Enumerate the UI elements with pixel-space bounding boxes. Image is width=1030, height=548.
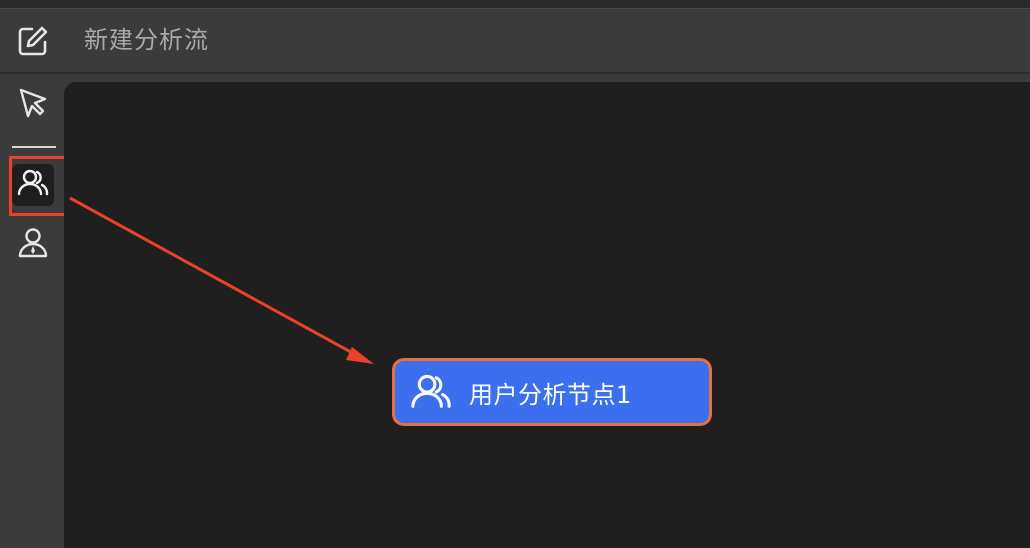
left-toolbar <box>0 74 64 548</box>
user-group-icon <box>409 370 453 414</box>
cursor-arrow-icon <box>16 86 50 124</box>
user-analysis-node[interactable]: 用户分析节点1 <box>392 358 712 426</box>
user-tool-button[interactable] <box>12 224 54 266</box>
pointer-tool-button[interactable] <box>12 84 54 126</box>
app-window: 新建分析流 用户分析节点1 <box>0 0 1030 548</box>
node-label: 用户分析节点1 <box>469 380 632 409</box>
edit-icon[interactable] <box>16 24 50 58</box>
user-group-icon <box>16 166 50 204</box>
user-icon <box>16 226 50 264</box>
toolbar-divider <box>12 146 56 148</box>
header-bar: 新建分析流 <box>0 9 1030 74</box>
top-border <box>0 0 1030 9</box>
flow-canvas[interactable] <box>64 82 1030 548</box>
user-group-tool-button[interactable] <box>12 164 54 206</box>
page-title[interactable]: 新建分析流 <box>84 23 209 57</box>
